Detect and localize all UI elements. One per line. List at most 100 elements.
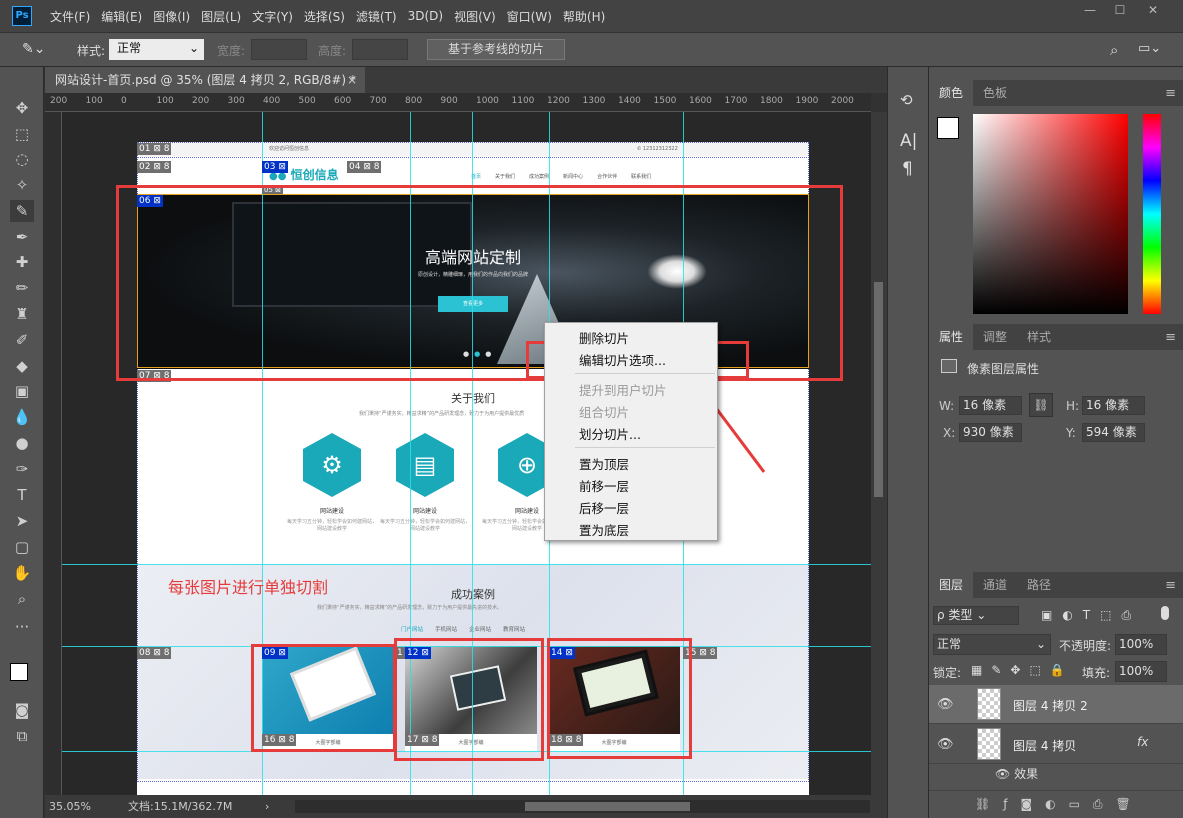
width-field[interactable]: 16 像素 (959, 396, 1022, 415)
move-tool-icon[interactable]: ✥ (10, 97, 34, 119)
blur-tool-icon[interactable]: 💧 (10, 406, 34, 428)
style-select[interactable]: 正常 ⌄ (109, 39, 204, 60)
pen-tool-icon[interactable]: ✑ (10, 458, 34, 480)
lasso-tool-icon[interactable]: ◌ (10, 148, 34, 170)
layer-filter-select[interactable]: ρ 类型 ⌄ (933, 606, 1019, 625)
blend-mode-select[interactable]: 正常 ⌄ (933, 634, 1051, 655)
tab-adjustments[interactable]: 调整 (973, 324, 1017, 350)
tab-layers[interactable]: 图层 (929, 572, 974, 598)
fill-field[interactable]: 100% (1115, 661, 1167, 682)
close-window-button[interactable]: ✕ (1140, 2, 1166, 18)
menu-layer[interactable]: 图层(L) (201, 8, 241, 25)
canvas-area[interactable]: 欢迎访问恒创信息 ✆ 12312312322 ●● 恒创信息 首页 关于我们 成… (62, 112, 871, 795)
menu-send-to-back[interactable]: 置为底层 (579, 520, 629, 539)
lock-icons[interactable]: ▦✎✥⬚🔒 (971, 663, 1074, 677)
slices-from-guides-button[interactable]: 基于参考线的切片 (427, 39, 565, 60)
menu-select[interactable]: 选择(S) (304, 8, 345, 25)
tab-color[interactable]: 颜色 (929, 80, 974, 106)
document-tab[interactable]: 网站设计-首页.psd @ 35% (图层 4 拷贝 2, RGB/8#) * … (45, 67, 365, 93)
tab-properties[interactable]: 属性 (929, 324, 974, 350)
slice-tool-icon[interactable]: ✎⌄ (22, 41, 62, 59)
menu-bring-forward[interactable]: 前移一层 (579, 476, 629, 495)
menu-type[interactable]: 文字(Y) (252, 8, 293, 25)
menu-bring-to-front[interactable]: 置为顶层 (579, 454, 629, 473)
panel-menu-icon[interactable]: ≡ (1165, 578, 1176, 593)
slice-label[interactable]: 03 ⊠ (262, 161, 288, 173)
screen-mode-icon[interactable]: ⧉ (10, 725, 34, 747)
history-icon[interactable]: ⟲ (900, 91, 913, 109)
x-field[interactable]: 930 像素 (959, 423, 1022, 442)
menu-file[interactable]: 文件(F) (50, 8, 90, 25)
slice-tool-icon[interactable]: ✎ (10, 200, 34, 222)
slice-label[interactable]: 04 ⊠ 8 (347, 161, 382, 173)
scroll-thumb[interactable] (874, 282, 883, 497)
type-tool-icon[interactable]: T (10, 484, 34, 506)
menu-edit-slice-options[interactable]: 编辑切片选项... (579, 350, 666, 369)
marquee-tool-icon[interactable]: ⬚ (10, 123, 34, 145)
layer-row-selected[interactable]: 👁 图层 4 拷贝 2 (929, 685, 1183, 724)
eraser-icon[interactable]: ◆ (10, 355, 34, 377)
gradient-tool-icon[interactable]: ▣ (10, 380, 34, 402)
link-icon[interactable]: ⛓ (1029, 393, 1053, 417)
magic-wand-icon[interactable]: ✧ (10, 174, 34, 196)
visibility-eye-icon[interactable]: 👁 (937, 697, 954, 712)
menu-edit[interactable]: 编辑(E) (101, 8, 142, 25)
status-menu-arrow[interactable]: › (265, 795, 269, 818)
opacity-field[interactable]: 100% (1115, 634, 1167, 655)
eyedropper-icon[interactable]: ✒ (10, 226, 34, 248)
history-brush-icon[interactable]: ✐ (10, 329, 34, 351)
width-field[interactable] (251, 39, 307, 60)
slice-label[interactable]: 02 ⊠ 8 (137, 161, 172, 173)
menu-image[interactable]: 图像(I) (153, 8, 190, 25)
minimize-button[interactable]: — (1077, 2, 1103, 18)
close-tab-icon[interactable]: × (347, 67, 357, 93)
layer-row[interactable]: 👁 图层 4 拷贝 fx (929, 725, 1183, 764)
layer-filter-icons[interactable]: ▣◐T⬚⎙ (1041, 608, 1141, 623)
menu-filter[interactable]: 滤镜(T) (356, 8, 397, 25)
tab-paths[interactable]: 路径 (1017, 572, 1061, 598)
menu-help[interactable]: 帮助(H) (563, 8, 605, 25)
workspace-icon[interactable]: ▭⌄ (1138, 41, 1161, 56)
search-icon[interactable]: ⌕ (1110, 41, 1118, 59)
character-panel-icon[interactable]: A| (900, 131, 917, 151)
quick-mask-icon[interactable]: ◙ (10, 699, 34, 721)
paragraph-icon[interactable]: ¶ (902, 159, 913, 179)
hue-slider[interactable] (1143, 114, 1161, 314)
menu-view[interactable]: 视图(V) (454, 8, 496, 25)
scroll-thumb[interactable] (525, 802, 690, 811)
vertical-scrollbar[interactable] (871, 112, 887, 795)
slice-label[interactable]: 01 ⊠ 8 (137, 143, 172, 155)
menu-window[interactable]: 窗口(W) (507, 8, 552, 25)
zoom-tool-icon[interactable]: ⌕ (10, 588, 34, 610)
panel-menu-icon[interactable]: ≡ (1165, 86, 1176, 101)
slice-label[interactable]: 08 ⊠ 8 (137, 647, 172, 659)
healing-brush-icon[interactable]: ✚ (10, 251, 34, 273)
layers-footer-icons[interactable]: ⛓ƒ◙◐▭⎙🗑 (929, 790, 1183, 818)
tab-swatches[interactable]: 色板 (973, 80, 1017, 106)
layer-name[interactable]: 图层 4 拷贝 (1013, 737, 1076, 754)
panel-menu-icon[interactable]: ≡ (1165, 330, 1176, 345)
y-field[interactable]: 594 像素 (1082, 423, 1145, 442)
path-select-icon[interactable]: ➤ (10, 510, 34, 532)
stamp-tool-icon[interactable]: ♜ (10, 303, 34, 325)
menu-send-backward[interactable]: 后移一层 (579, 498, 629, 517)
effects-row[interactable]: 👁 效果 (995, 765, 1038, 782)
shape-tool-icon[interactable]: ▢ (10, 536, 34, 558)
more-tools-icon[interactable]: ··· (10, 616, 34, 638)
tab-channels[interactable]: 通道 (973, 572, 1017, 598)
menu-divide-slice[interactable]: 划分切片... (579, 424, 641, 443)
height-field[interactable] (352, 39, 408, 60)
visibility-eye-icon[interactable]: 👁 (937, 737, 954, 752)
tab-styles[interactable]: 样式 (1017, 324, 1061, 350)
brush-tool-icon[interactable]: ✏ (10, 277, 34, 299)
layer-effects-icon[interactable]: fx (1137, 735, 1148, 749)
horizontal-scrollbar[interactable] (295, 800, 870, 813)
layer-name[interactable]: 图层 4 拷贝 2 (1013, 697, 1088, 714)
foreground-color-swatch[interactable] (10, 663, 28, 681)
menu-delete-slice[interactable]: 删除切片 (579, 328, 629, 347)
color-field[interactable] (973, 114, 1128, 314)
menu-3d[interactable]: 3D(D) (408, 9, 443, 23)
filter-toggle[interactable] (1161, 606, 1169, 620)
zoom-level[interactable]: 35.05% (49, 795, 91, 818)
hand-tool-icon[interactable]: ✋ (10, 562, 34, 584)
